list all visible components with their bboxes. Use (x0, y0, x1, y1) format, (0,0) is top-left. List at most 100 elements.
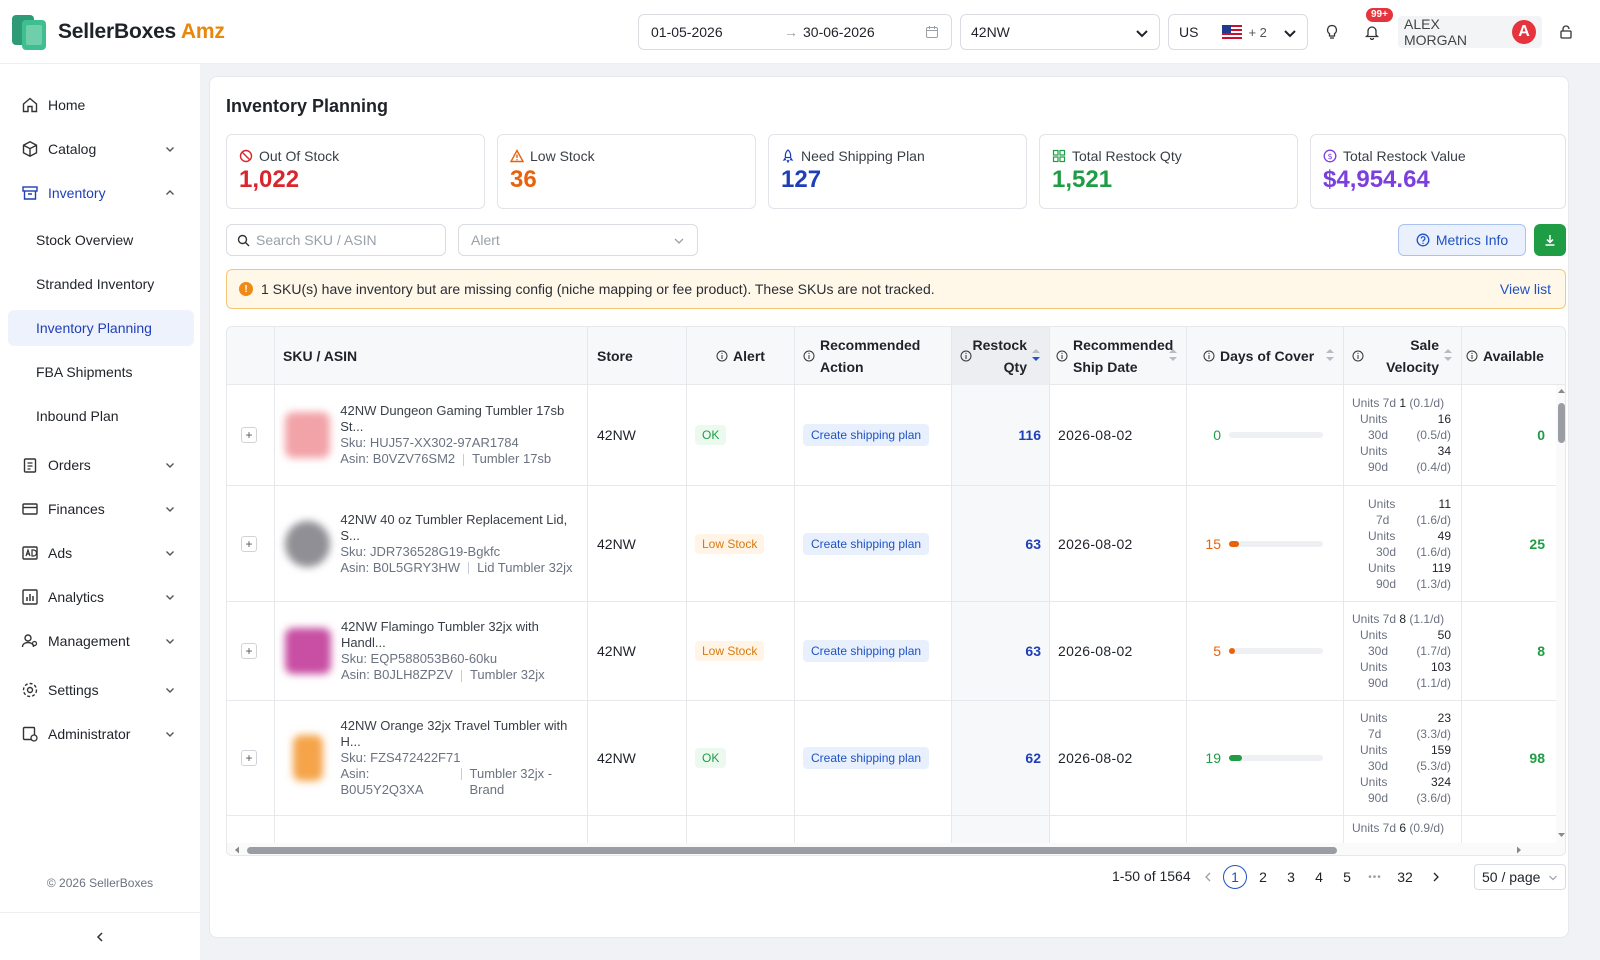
table-row[interactable]: Units 7d 6 (0.9/d) (227, 816, 1557, 846)
create-shipping-plan-button[interactable]: Create shipping plan (803, 532, 930, 555)
create-shipping-plan-button[interactable]: Create shipping plan (803, 747, 930, 769)
table-row[interactable]: + 42NW Orange 32jx Travel Tumbler with H… (227, 701, 1557, 816)
sidebar-subitem-stranded-inventory[interactable]: Stranded Inventory (8, 266, 194, 302)
pagination-page[interactable]: 1 (1223, 865, 1247, 889)
metrics-info-button[interactable]: Metrics Info (1398, 224, 1526, 256)
column-label: Velocity (1386, 359, 1439, 375)
product-asin[interactable]: Asin: B0L5GRY3HW (340, 560, 460, 575)
sidebar-item-finances[interactable]: Finances (8, 491, 194, 527)
table-row[interactable]: + 42NW Dungeon Gaming Tumbler 17sb St...… (227, 385, 1557, 486)
sidebar-item-orders[interactable]: Orders (8, 447, 194, 483)
expand-row-button[interactable]: + (241, 427, 257, 443)
user-menu[interactable]: ALEX MORGAN A (1398, 16, 1542, 48)
column-restock-qty[interactable]: Restock Qty (952, 327, 1050, 385)
store-cell: 42NW (588, 385, 687, 485)
summary-card-total-restock-qty[interactable]: Total Restock Qty 1,521 (1039, 134, 1298, 209)
sort-icon[interactable] (1325, 347, 1335, 363)
column-recommended-ship-date[interactable]: Recommended Ship Date (1050, 327, 1187, 385)
sort-icon[interactable] (1168, 347, 1178, 363)
pagination-ellipsis[interactable]: ••• (1363, 865, 1387, 889)
users-icon (20, 631, 40, 651)
pagination-page[interactable]: 32 (1393, 865, 1417, 889)
column-available[interactable]: Available (1462, 327, 1565, 385)
summary-card-need-shipping-plan[interactable]: Need Shipping Plan 127 (768, 134, 1027, 209)
product-asin[interactable]: Asin: B0VZV76SM2 (340, 451, 455, 466)
column-recommended-action[interactable]: Recommended Action (795, 327, 952, 385)
sidebar-item-catalog[interactable]: Catalog (8, 131, 194, 167)
pagination-next-button[interactable] (1424, 865, 1448, 889)
column-store[interactable]: Store (588, 327, 687, 385)
horizontal-scrollbar[interactable] (227, 843, 1565, 855)
product-thumbnail[interactable] (285, 628, 331, 674)
view-list-link[interactable]: View list (1500, 281, 1551, 297)
product-name[interactable]: 42NW 40 oz Tumbler Replacement Lid, S... (340, 512, 587, 544)
product-name[interactable]: 42NW Dungeon Gaming Tumbler 17sb St... (340, 403, 587, 435)
sidebar-item-home[interactable]: Home (8, 87, 194, 123)
product-name[interactable]: 42NW Flamingo Tumbler 32jx with Handl... (341, 619, 587, 651)
pagination-page[interactable]: 3 (1279, 865, 1303, 889)
sidebar-subitem-inbound-plan[interactable]: Inbound Plan (8, 398, 194, 434)
date-to[interactable]: 30-06-2026 (803, 24, 925, 40)
product-asin[interactable]: Asin: (341, 766, 453, 782)
sidebar-item-administrator[interactable]: Administrator (8, 716, 194, 752)
sidebar-item-management[interactable]: Management (8, 623, 194, 659)
sidebar-item-settings[interactable]: Settings (8, 672, 194, 708)
expand-row-button[interactable]: + (241, 535, 257, 552)
pagination-page[interactable]: 4 (1307, 865, 1331, 889)
sidebar-subitem-stock-overview[interactable]: Stock Overview (8, 222, 194, 258)
sidebar-item-analytics[interactable]: Analytics (8, 579, 194, 615)
sidebar-item-ads[interactable]: Ads (8, 535, 194, 571)
sku-asin-cell: 42NW 40 oz Tumbler Replacement Lid, S...… (275, 486, 588, 601)
expand-cell (227, 816, 275, 846)
summary-card-low-stock[interactable]: Low Stock 36 (497, 134, 756, 209)
pagination-page[interactable]: 2 (1251, 865, 1275, 889)
product-thumbnail[interactable] (293, 735, 323, 781)
sidebar-subitem-inventory-planning[interactable]: Inventory Planning (8, 310, 194, 346)
pagination-prev-button[interactable] (1196, 865, 1220, 889)
date-from[interactable]: 01-05-2026 (651, 24, 779, 40)
search-input[interactable]: Search SKU / ASIN (226, 224, 446, 256)
product-asin-value[interactable]: B0U5Y2Q3XA (341, 782, 453, 798)
summary-card-out-of-stock[interactable]: Out Of Stock 1,022 (226, 134, 485, 209)
expand-row-button[interactable]: + (241, 643, 257, 659)
column-sale-velocity[interactable]: Sale Velocity (1344, 327, 1462, 385)
sort-icon[interactable] (1443, 347, 1453, 363)
lightbulb-icon[interactable] (1320, 20, 1344, 44)
sidebar-subitem-fba-shipments[interactable]: FBA Shipments (8, 354, 194, 390)
table-row[interactable]: + 42NW Flamingo Tumbler 32jx with Handl.… (227, 602, 1557, 701)
marketplace-select[interactable]: US + 2 (1168, 14, 1308, 50)
column-alert[interactable]: Alert (687, 327, 795, 385)
alert-filter-select[interactable]: Alert (458, 224, 698, 256)
product-thumbnail[interactable] (285, 520, 331, 567)
sidebar-item-inventory[interactable]: Inventory (8, 175, 194, 211)
table-row[interactable]: + 42NW 40 oz Tumbler Replacement Lid, S.… (227, 486, 1557, 602)
velocity-label: Units (1368, 496, 1396, 511)
expand-row-button[interactable]: + (241, 750, 257, 766)
product-thumbnail[interactable] (285, 412, 331, 458)
create-shipping-plan-button[interactable]: Create shipping plan (803, 424, 930, 446)
chevron-down-icon (1548, 873, 1558, 883)
info-icon (1466, 350, 1478, 362)
store-select[interactable]: 42NW (960, 14, 1160, 50)
metrics-info-label: Metrics Info (1435, 232, 1509, 248)
sort-descending-icon[interactable] (1031, 347, 1041, 363)
summary-card-total-restock-value[interactable]: $ Total Restock Value $4,954.64 (1310, 134, 1566, 209)
velocity-label: Units 7d (1352, 821, 1397, 835)
app-logo[interactable]: SellerBoxes Amz (10, 13, 225, 51)
create-shipping-plan-button[interactable]: Create shipping plan (803, 640, 930, 662)
download-button[interactable] (1534, 224, 1566, 256)
collapse-sidebar-button[interactable] (0, 912, 200, 960)
product-name[interactable]: 42NW Orange 32jx Travel Tumbler with H..… (341, 718, 588, 750)
column-days-of-cover[interactable]: Days of Cover (1187, 327, 1344, 385)
lock-icon[interactable] (1554, 20, 1578, 44)
vertical-scrollbar[interactable] (1556, 385, 1565, 845)
date-range-picker[interactable]: 01-05-2026 → 30-06-2026 (638, 14, 952, 50)
product-asin[interactable]: Asin: B0JLH8ZPZV (341, 667, 453, 682)
column-sku-asin[interactable]: SKU / ASIN (275, 327, 588, 385)
column-label: Store (597, 348, 633, 364)
pagination-page[interactable]: 5 (1335, 865, 1359, 889)
alert-filter-placeholder: Alert (471, 232, 500, 248)
page-size-select[interactable]: 50 / page (1474, 864, 1566, 890)
bell-icon[interactable] (1360, 20, 1384, 44)
gear-icon (20, 680, 40, 700)
